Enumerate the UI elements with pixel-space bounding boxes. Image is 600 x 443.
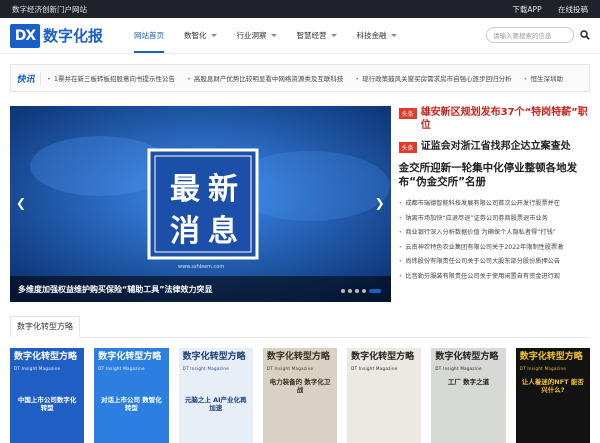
cover-subtitle: DT Insight Magazine — [266, 366, 314, 371]
search-input[interactable]: 请输入要搜索的信息 — [486, 27, 574, 43]
banner-char: 新 — [208, 172, 238, 207]
list-item[interactable]: 钠离市场加快“应退尽退”证券公司券商股票退市业务 — [399, 212, 590, 227]
nav-item-industry[interactable]: 行业洞察 — [237, 18, 277, 53]
cover-title: 数字化转型方略 — [519, 352, 583, 362]
cover-headline: 工厂 数字之道 — [447, 378, 490, 386]
chevron-down-icon — [270, 34, 277, 37]
headline-tag: 头条 — [398, 142, 417, 153]
cover-title: 数字化转型方略 — [266, 352, 330, 362]
cover-headline: 让人着迷的NFT 能否兴什么? — [521, 378, 584, 394]
magazine-cover[interactable]: 数字化转型方略 DT Insight Magazine 元脑之上 AI产业化再加速 — [178, 348, 253, 443]
list-item[interactable]: 比音勒芬服装有限责任公司关于使用闲置自有资金进行现 — [399, 270, 590, 285]
main-content: 最 新 消 息 www.szhbwm.com ❮ ❯ 多维度加强权益维护购买保险… — [10, 106, 590, 302]
magazine-cover[interactable]: 数字化转型方略 DT Insight Magazine 电力装备的 数字化卫战 — [262, 348, 338, 443]
carousel-dot[interactable] — [354, 289, 359, 293]
carousel-next-icon[interactable]: ❯ — [375, 196, 385, 210]
submit-article-link[interactable]: 在线投稿 — [558, 5, 588, 14]
search-icon[interactable] — [580, 30, 590, 40]
top-bar: 数字经济创新门户网站 下载APP 在线投稿 — [0, 0, 600, 18]
chevron-down-icon — [210, 34, 217, 37]
list-item[interactable]: 尚纬股份有限责任公司关于公司大股东部分股份质押公告 — [399, 255, 590, 270]
cover-subtitle: DT Insight Magazine — [14, 366, 61, 371]
banner-image: 最 新 消 息 www.szhbwm.com — [10, 106, 391, 302]
cover-title: 数字化转型方略 — [435, 352, 499, 362]
cover-subtitle: DT Insight Magazine — [519, 366, 567, 371]
cover-title: 数字化转型方略 — [14, 352, 78, 362]
headline-item[interactable]: 头条 雄安新区规划发布37个“特岗特薪”职位 — [398, 106, 590, 132]
magazine-cover[interactable]: 数字化转型方略 DT Insight Magazine 工厂 数字之道 — [431, 348, 506, 443]
cover-title: 数字化转型方略 — [351, 352, 415, 362]
nav-item-operation[interactable]: 智慧经营 — [297, 18, 337, 53]
magazine-covers: 数字化转型方略 DT Insight Magazine 中国上市公司数字化转型 数字化… — [10, 348, 590, 443]
banner-url: www.szhbwm.com — [178, 264, 224, 270]
cover-headline: 对话上市公司 数智化转型 — [101, 396, 162, 412]
ticker-item[interactable]: 高股息财产优势比较明显看中网络资源类及互联科技 — [187, 73, 344, 83]
news-ticker: 快讯 1票并在新三板转板招股意向书提示性公告 高股息财产优势比较明显看中网络资源… — [10, 64, 590, 92]
carousel-dot[interactable] — [340, 289, 345, 293]
search-area: 请输入要搜索的信息 — [486, 27, 590, 43]
cover-title: 数字化转型方略 — [98, 352, 162, 362]
carousel-dots — [338, 289, 381, 293]
cover-title: 数字化转型方略 — [182, 352, 246, 362]
site-slogan: 数字经济创新门户网站 — [12, 4, 87, 14]
ticker-item[interactable]: 现行政策鼓风关窗买房需求房市自强心逐步回归分析 — [355, 73, 512, 83]
news-list: 成都市瑞德智能科技发展有限公司首次公开发行股票并在 钠离市场加快“应退尽退”证券… — [399, 197, 590, 285]
ticker-item[interactable]: 1票并在新三板转板招股意向书提示性公告 — [47, 73, 175, 83]
nav-item-digital[interactable]: 数智化 — [184, 18, 217, 53]
list-item[interactable]: 云南神农特色农业集团有限公司关于2022年限制性股票激 — [399, 241, 590, 256]
main-nav: 网站首页 数智化 行业洞察 智慧经营 科技金融 — [134, 18, 417, 53]
section-title[interactable]: 数字化转型方略 — [10, 316, 80, 338]
headline-item[interactable]: 头条 证监会对浙江省找邦企达立案查处 — [398, 140, 590, 153]
cover-subtitle: DT Insight Magazine — [351, 366, 398, 371]
cover-headline: 中国上市公司数字化转型 — [17, 396, 77, 412]
magazine-cover[interactable]: 数字化转型方略 DT Insight Magazine — [347, 348, 422, 443]
headline-title[interactable]: 雄安新区规划发布37个“特岗特薪”职位 — [421, 106, 590, 132]
carousel-dot[interactable] — [347, 289, 352, 293]
banner-char: 息 — [208, 214, 238, 249]
cover-subtitle: DT Insight Magazine — [435, 366, 482, 371]
banner-caption[interactable]: 多维度加强权益维护购买保险“辅助工具”法律效力突显 — [10, 276, 391, 302]
section-header: 数字化转型方略 — [10, 316, 590, 338]
magazine-cover[interactable]: 数字化转型方略 DT Insight Magazine 对话上市公司 数智化转型 — [94, 348, 169, 443]
list-item[interactable]: 商业银行深入分析数据价值 为确保个人隐私者得“打钱” — [399, 226, 590, 241]
headline-tag: 头条 — [398, 108, 417, 119]
download-app-link[interactable]: 下载APP — [512, 5, 541, 14]
carousel-prev-icon[interactable]: ❮ — [16, 196, 26, 210]
ticker-items: 1票并在新三板转板招股意向书提示性公告 高股息财产优势比较明显看中网络资源类及互… — [41, 73, 589, 83]
chevron-down-icon — [330, 34, 337, 37]
headline-title[interactable]: 证监会对浙江省找邦企达立案查处 — [421, 140, 571, 153]
cover-headline: 电力装备的 数字化卫战 — [269, 378, 331, 394]
list-item[interactable]: 成都市瑞德智能科技发展有限公司首次公开发行股票并在 — [399, 197, 590, 212]
logo-text: 数字化报 — [43, 27, 104, 45]
ticker-label: 快讯 — [11, 71, 41, 85]
cover-subtitle: DT Insight Magazine — [182, 366, 229, 371]
magazine-cover[interactable]: 数字化转型方略 DT Insight Magazine 让人着迷的NFT 能否兴什么… — [515, 348, 590, 443]
carousel-dot[interactable] — [361, 289, 366, 293]
cover-headline: 元脑之上 AI产业化再加速 — [184, 396, 247, 412]
topbar-links: 下载APP 在线投稿 — [498, 4, 588, 15]
carousel-dot-active[interactable] — [368, 289, 381, 293]
nav-item-fintech[interactable]: 科技金融 — [357, 18, 397, 53]
feature-headline[interactable]: 金交所迎新一轮集中化停业整顿各地发布“伪金交所”名册 — [399, 161, 590, 189]
nav-item-home[interactable]: 网站首页 — [134, 18, 164, 53]
site-logo[interactable]: DX 数字化报 — [10, 23, 120, 48]
banner-carousel[interactable]: 最 新 消 息 www.szhbwm.com ❮ ❯ 多维度加强权益维护购买保险… — [10, 106, 391, 302]
headline-column: 头条 雄安新区规划发布37个“特岗特薪”职位 头条 证监会对浙江省找邦企达立案查… — [398, 106, 590, 302]
header: DX 数字化报 网站首页 数智化 行业洞察 智慧经营 科技金融 请输入要搜索的信… — [0, 18, 600, 54]
ticker-item[interactable]: 恒生深圳助 — [524, 73, 564, 83]
cover-subtitle: DT Insight Magazine — [98, 366, 145, 371]
banner-char: 最 — [170, 172, 200, 207]
magazine-cover[interactable]: 数字化转型方略 DT Insight Magazine 中国上市公司数字化转型 — [10, 348, 85, 443]
banner-char: 消 — [170, 214, 200, 249]
logo-mark: DX — [10, 23, 40, 48]
chevron-down-icon — [390, 34, 397, 37]
